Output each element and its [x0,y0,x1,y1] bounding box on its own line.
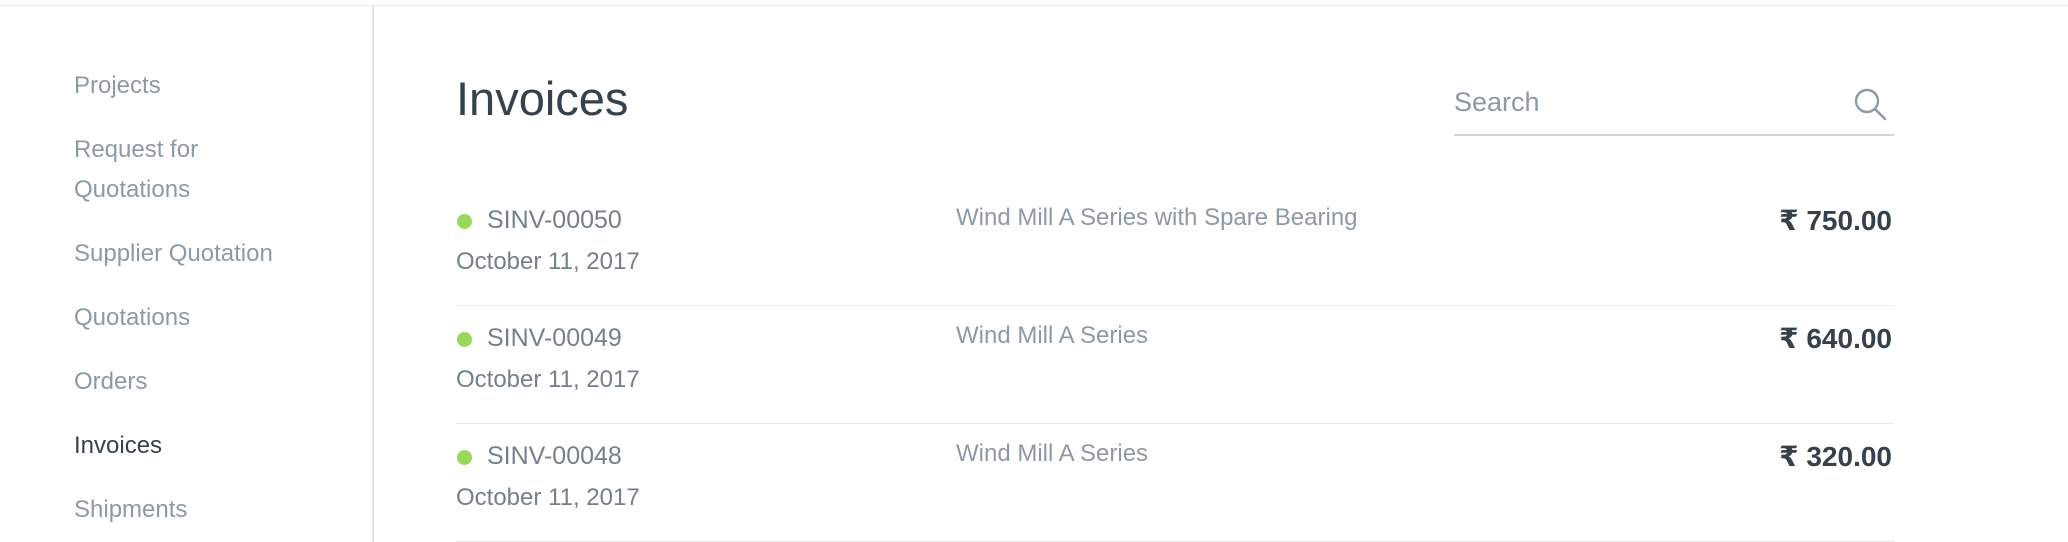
invoice-description: Wind Mill A Series with Spare Bearing [956,204,1358,231]
invoice-amount: ₹ 320.00 [1779,441,1892,472]
main-content: Invoices SINV-00050 October 11, 2017 Win… [456,0,1894,542]
status-dot [457,332,472,347]
sidebar-item-supplier-quotation[interactable]: Supplier Quotation [74,234,273,274]
page-title: Invoices [456,72,629,125]
invoice-name[interactable]: SINV-00050 [487,202,622,238]
status-dot [457,214,472,229]
invoice-date: October 11, 2017 [456,248,640,275]
sidebar-item-quotations[interactable]: Quotations [74,298,190,338]
invoice-description: Wind Mill A Series [956,440,1149,467]
status-dot [457,450,472,465]
invoice-date: October 11, 2017 [456,484,640,511]
sidebar-item-invoices[interactable]: Invoices [74,426,162,466]
sidebar-item-projects[interactable]: Projects [74,66,161,106]
sidebar-item-shipments[interactable]: Shipments [74,490,187,530]
invoice-amount: ₹ 640.00 [1779,323,1892,354]
invoice-name[interactable]: SINV-00049 [487,320,622,356]
sidebar-item-request-for-quotations-line2[interactable]: Quotations [74,170,190,210]
invoice-row[interactable]: SINV-00049 October 11, 2017 Wind Mill A … [456,306,1894,424]
sidebar-item-request-for-quotations-line1[interactable]: Request for [74,130,198,170]
invoice-row[interactable]: SINV-00048 October 11, 2017 Wind Mill A … [456,424,1894,542]
search-box[interactable] [1454,76,1894,136]
invoice-name[interactable]: SINV-00048 [487,438,622,474]
invoice-description: Wind Mill A Series [956,322,1149,349]
search-input[interactable] [1454,82,1834,122]
search-icon[interactable] [1852,86,1888,122]
invoice-amount: ₹ 750.00 [1779,205,1892,236]
sidebar-item-orders[interactable]: Orders [74,362,147,402]
invoice-row[interactable]: SINV-00050 October 11, 2017 Wind Mill A … [456,188,1894,306]
invoice-date: October 11, 2017 [456,366,640,393]
sidebar: Projects Request for Quotations Supplier… [0,6,374,542]
